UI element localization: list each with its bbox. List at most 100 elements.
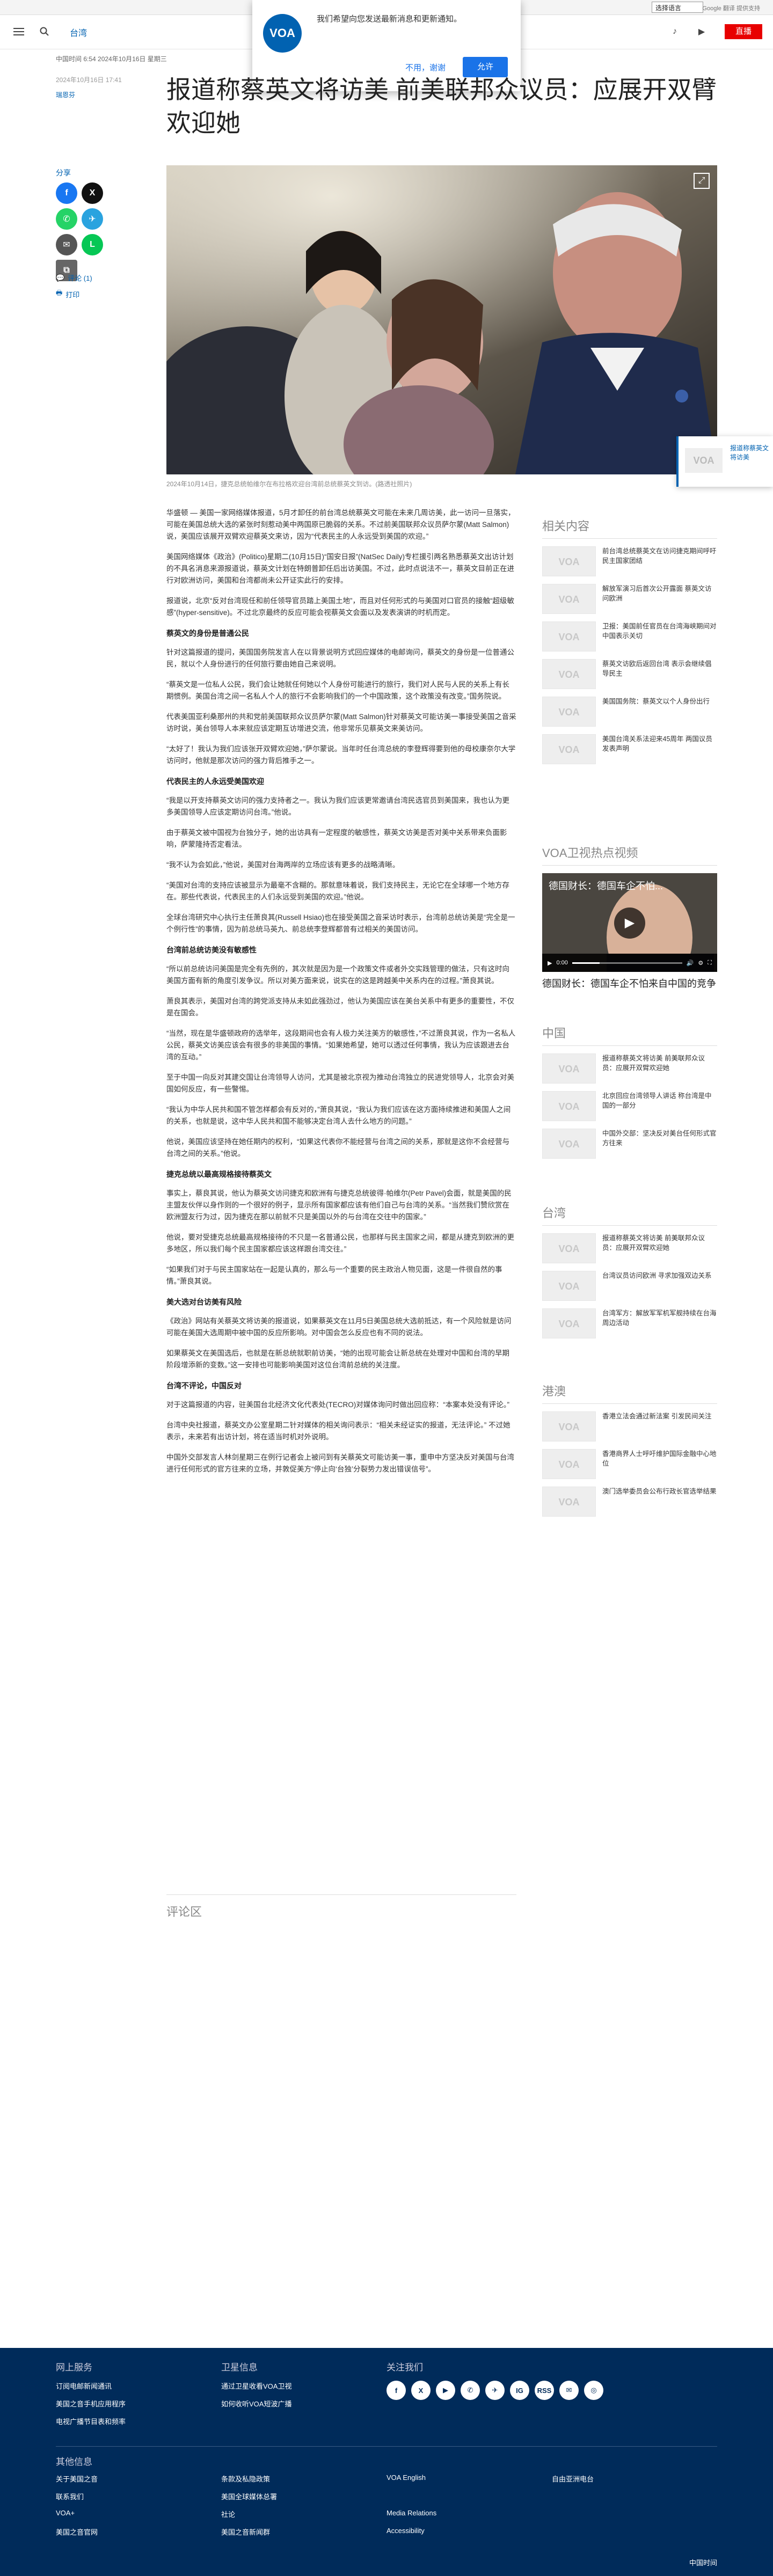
facebook-icon[interactable]: f bbox=[386, 2381, 406, 2400]
rail-story-item[interactable]: VOA 台湾议员访问欧洲 寻求加强双边关系 bbox=[542, 1271, 717, 1301]
article-paragraph: 针对这篇报道的提问，美国国务院发言人在以背景说明方式回应媒体的电邮询问，蔡英文的… bbox=[166, 648, 514, 668]
image-caption: 2024年10月14日，捷克总统帕维尔在布拉格欢迎台湾前总统蔡英文到访。(路透社… bbox=[166, 480, 412, 488]
rail-story-item[interactable]: VOA 报道称蔡英文将访美 前美联邦众议员：应展开双臂欢迎她 bbox=[542, 1053, 717, 1084]
section-link-taiwan[interactable]: 台湾 bbox=[70, 26, 87, 39]
footer-link[interactable]: 美国之音手机应用程序 bbox=[56, 2398, 126, 2409]
play-icon[interactable]: ▶ bbox=[614, 908, 645, 939]
footer-link[interactable]: VOA+ bbox=[56, 2509, 221, 2519]
article-paragraph: 对于这篇报道的内容，驻美国台北经济文化代表处(TECRO)对媒体询问时做出回应称… bbox=[166, 1401, 509, 1409]
article-paragraph: 至于中国一向反对其建交国让台湾领导人访问，尤其是被北京视为推动台湾独立的民进党领… bbox=[166, 1073, 514, 1093]
article-subheading: 美大选对台访美有风险 bbox=[166, 1298, 242, 1306]
footer-link[interactable]: Accessibility bbox=[386, 2527, 552, 2537]
article-subheading: 台湾不评论，中国反对 bbox=[166, 1381, 242, 1390]
google-translate-brand: Google 翻译 提供支持 bbox=[702, 5, 760, 12]
volume-icon[interactable]: 🔊 bbox=[687, 960, 694, 967]
footer-link[interactable]: 通过卫星收看VOA卫视 bbox=[221, 2381, 291, 2391]
email-icon[interactable]: ✉ bbox=[56, 234, 77, 255]
fullscreen-icon[interactable]: ⛶ bbox=[708, 960, 712, 967]
article-paragraph: 全球台湾研究中心执行主任萧良其(Russell Hsiao)也在接受美国之音采访… bbox=[166, 913, 515, 933]
x-twitter-icon[interactable]: X bbox=[82, 182, 103, 204]
language-select[interactable]: 选择语言 bbox=[652, 2, 703, 13]
footer-heading-satellite: 卫星信息 bbox=[221, 2362, 258, 2373]
footer-link[interactable]: 美国之音官网 bbox=[56, 2527, 221, 2537]
rail-story-item[interactable]: VOA 蔡英文访欧后返回台湾 表示会继续倡导民主 bbox=[542, 659, 717, 689]
china-heading: 中国 bbox=[542, 1024, 717, 1046]
whatsapp-icon[interactable]: ✆ bbox=[461, 2381, 480, 2400]
rail-story-item[interactable]: VOA 台湾军方：解放军军机军舰持续在台海周边活动 bbox=[542, 1308, 717, 1338]
telegram-icon[interactable]: ✈ bbox=[82, 208, 103, 230]
footer-link[interactable]: 如何收听VOA短波广播 bbox=[221, 2398, 291, 2409]
story-title: 中国外交部：坚决反对美台任何形式官方往来 bbox=[602, 1130, 717, 1147]
rail-story-item[interactable]: VOA 美国国务院：蔡英文以个人身份出行 bbox=[542, 697, 717, 727]
youtube-icon[interactable]: ▶ bbox=[436, 2381, 455, 2400]
author-link[interactable]: 瑞恩芬 bbox=[56, 90, 75, 99]
rail-story-item[interactable]: VOA 解放军演习后首次公开露面 蔡英文访问欧洲 bbox=[542, 584, 717, 614]
footer-language[interactable]: 中国时间 bbox=[689, 2557, 717, 2567]
live-button[interactable]: 直播 bbox=[725, 24, 762, 39]
story-thumbnail: VOA bbox=[542, 1411, 596, 1441]
article-paragraph: “太好了！我认为我们应该张开双臂欢迎她，”萨尔蒙说。当年时任台湾总统的李登辉得要… bbox=[166, 745, 516, 765]
settings-icon[interactable]: ⚙ bbox=[698, 960, 703, 967]
whatsapp-icon[interactable]: ✆ bbox=[56, 208, 77, 230]
hero-image: ⤢ bbox=[166, 165, 717, 474]
rail-story-item[interactable]: VOA 前台湾总统蔡英文在访问捷克期间呼吁民主国家团结 bbox=[542, 546, 717, 576]
facebook-icon[interactable]: f bbox=[56, 182, 77, 204]
video-caption[interactable]: 德国财长：德国车企不怕来自中国的竞争 bbox=[542, 977, 717, 990]
search-icon[interactable] bbox=[38, 25, 52, 39]
comments-heading: 评论区 bbox=[166, 1894, 516, 1920]
footer-link[interactable]: 订阅电邮新闻通讯 bbox=[56, 2381, 126, 2391]
story-title: 卫报：美国前任官员在台湾海峡期间对中国表示关切 bbox=[602, 623, 717, 640]
email-icon[interactable]: ✉ bbox=[559, 2381, 579, 2400]
x-twitter-icon[interactable]: X bbox=[411, 2381, 431, 2400]
rail-story-item[interactable]: VOA 北京回应台湾领导人讲话 称台湾是中国的一部分 bbox=[542, 1091, 717, 1121]
footer-link[interactable]: 自由亚洲电台 bbox=[552, 2473, 717, 2484]
site-footer: 网上服务 订阅电邮新闻通讯 美国之音手机应用程序 电视广播节目表和频率 卫星信息… bbox=[0, 2348, 773, 2576]
video-icon[interactable]: ▶ bbox=[695, 25, 709, 39]
audio-icon[interactable]: ♪ bbox=[668, 25, 682, 39]
line-icon[interactable]: L bbox=[82, 234, 103, 255]
updated-date: 2024年10月16日 17:41 bbox=[56, 76, 122, 84]
story-title: 前台湾总统蔡英文在访问捷克期间呼吁民主国家团结 bbox=[602, 547, 717, 565]
footer-link bbox=[552, 2509, 717, 2519]
rail-story-item[interactable]: VOA 香港立法会通过新法案 引发民间关注 bbox=[542, 1411, 717, 1441]
decline-button[interactable]: 不用，谢谢 bbox=[405, 62, 446, 73]
article-subheading: 代表民主的人永远受美国欢迎 bbox=[166, 777, 264, 786]
rail-story-item[interactable]: VOA 美国台湾关系法迎来45周年 两国议员发表声明 bbox=[542, 734, 717, 764]
footer-link[interactable]: 联系我们 bbox=[56, 2491, 221, 2501]
rss-icon[interactable]: RSS bbox=[535, 2381, 554, 2400]
story-title: 台湾议员访问欧洲 寻求加强双边关系 bbox=[602, 1272, 712, 1279]
comments-link[interactable]: 💬 评论 (1) bbox=[56, 273, 92, 283]
print-link[interactable]: 🖶 打印 bbox=[56, 288, 92, 300]
story-thumbnail: VOA bbox=[542, 1449, 596, 1479]
rail-story-item[interactable]: VOA 澳门选举委员会公布行政长官选举结果 bbox=[542, 1487, 717, 1517]
article-subheading: 捷克总统以最高规格接待蔡英文 bbox=[166, 1170, 272, 1179]
video-player[interactable]: 德国财长：德国车企不怕... ▶ ▶ 0:00 🔊 ⚙ ⛶ bbox=[542, 873, 717, 972]
footer-link[interactable]: 社论 bbox=[221, 2509, 386, 2519]
footer-heading-follow: 关注我们 bbox=[386, 2362, 423, 2373]
instagram-icon[interactable]: IG bbox=[510, 2381, 529, 2400]
expand-icon[interactable]: ⤢ bbox=[694, 173, 710, 189]
story-thumbnail: VOA bbox=[542, 546, 596, 576]
footer-link[interactable]: 美国全球媒体总署 bbox=[221, 2491, 386, 2501]
footer-link[interactable]: 美国之音新闻群 bbox=[221, 2527, 386, 2537]
rail-story-item[interactable]: VOA 中国外交部：坚决反对美台任何形式官方往来 bbox=[542, 1129, 717, 1159]
article-paragraph: “我是以开支持蔡英文访问的强力支持者之一。我认为我们应该更常邀请台湾民选官员到美… bbox=[166, 796, 509, 816]
podcast-icon[interactable]: ◎ bbox=[584, 2381, 603, 2400]
play-small-icon[interactable]: ▶ bbox=[548, 960, 552, 967]
footer-link[interactable]: VOA English bbox=[386, 2473, 552, 2484]
rail-story-item[interactable]: VOA 香港商界人士呼吁维护国际金融中心地位 bbox=[542, 1449, 717, 1479]
china-section: 中国 VOA 报道称蔡英文将访美 前美联邦众议员：应展开双臂欢迎她 VOA 北京回应台… bbox=[542, 1024, 717, 1166]
rail-story-item[interactable]: VOA 卫报：美国前任官员在台湾海峡期间对中国表示关切 bbox=[542, 621, 717, 652]
video-section: VOA卫视热点视频 德国财长：德国车企不怕... ▶ ▶ 0:00 🔊 ⚙ ⛶ … bbox=[542, 844, 717, 990]
footer-link[interactable]: 条款及私隐政策 bbox=[221, 2473, 386, 2484]
footer-link[interactable]: Media Relations bbox=[386, 2509, 552, 2519]
rail-story-item[interactable]: VOA 报道称蔡英文将访美 前美联邦众议员：应展开双臂欢迎她 bbox=[542, 1233, 717, 1263]
floating-story-tag[interactable]: VOA 报道称蔡英文将访美 bbox=[676, 436, 773, 487]
menu-icon[interactable] bbox=[12, 25, 26, 39]
telegram-icon[interactable]: ✈ bbox=[485, 2381, 505, 2400]
comments-link-label: 评论 (1) bbox=[68, 274, 92, 282]
video-progress[interactable] bbox=[572, 962, 682, 964]
footer-link[interactable]: 关于美国之音 bbox=[56, 2473, 221, 2484]
footer-link[interactable]: 电视广播节目表和频率 bbox=[56, 2416, 126, 2426]
article-title: 报道称蔡英文将访美 前美联邦众议员：应展开双臂欢迎她 bbox=[166, 76, 717, 137]
